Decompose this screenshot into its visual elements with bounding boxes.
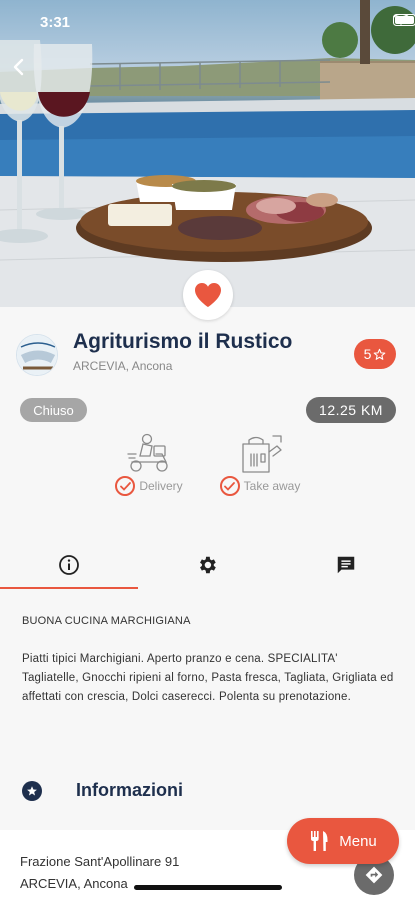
menu-label: Menu <box>339 832 377 850</box>
star-badge-icon <box>22 780 42 801</box>
chat-icon <box>337 556 355 574</box>
address-line1: Frazione Sant'Apollinare 91 <box>20 854 180 869</box>
restaurant-logo <box>16 334 58 376</box>
tab-settings[interactable] <box>138 541 276 589</box>
status-badge: Chiuso <box>20 398 87 422</box>
back-button[interactable] <box>10 58 40 88</box>
delivery-check-icon <box>115 476 136 496</box>
directions-icon <box>365 866 383 884</box>
battery-icon <box>393 14 415 26</box>
hero-photo <box>0 0 415 307</box>
delivery-scooter-icon <box>127 433 168 472</box>
status-time: 3:31 <box>40 14 71 31</box>
hero-image: 3:31 <box>0 0 415 307</box>
restaurant-location: ARCEVIA, Ancona <box>73 359 173 373</box>
delivery-service: Delivery <box>99 432 199 496</box>
chevron-left-icon <box>13 58 24 76</box>
fork-knife-icon <box>311 831 328 851</box>
distance-badge: 12.25 KM <box>306 397 396 423</box>
gear-icon <box>200 556 217 574</box>
takeaway-service: Take away <box>210 432 310 496</box>
tab-reviews[interactable] <box>277 541 415 589</box>
rating-badge: 5 <box>354 339 396 369</box>
delivery-label: Delivery <box>139 479 183 493</box>
address-line2: ARCEVIA, Ancona <box>20 876 128 891</box>
description-title: BUONA CUCINA MARCHIGIANA <box>22 615 191 627</box>
info-icon <box>59 555 80 575</box>
restaurant-name: Agriturismo il Rustico <box>73 330 293 353</box>
info-title: Informazioni <box>76 780 183 800</box>
info-section-header: Informazioni <box>22 780 183 801</box>
rating-value: 5 <box>363 346 372 362</box>
star-outline-icon <box>374 348 386 360</box>
heart-icon <box>195 283 221 307</box>
description-body: Piatti tipici Marchigiani. Aperto pranzo… <box>22 653 394 703</box>
favorite-button[interactable] <box>183 270 233 320</box>
takeaway-label: Take away <box>243 479 301 493</box>
tab-info[interactable] <box>0 541 139 589</box>
logo-image <box>17 335 57 375</box>
tab-bar <box>0 541 415 589</box>
status-bar: 3:31 <box>0 0 415 44</box>
takeaway-bag-icon <box>242 435 282 473</box>
menu-button[interactable]: Menu <box>287 818 399 864</box>
takeaway-check-icon <box>219 476 240 496</box>
home-indicator <box>134 885 282 890</box>
